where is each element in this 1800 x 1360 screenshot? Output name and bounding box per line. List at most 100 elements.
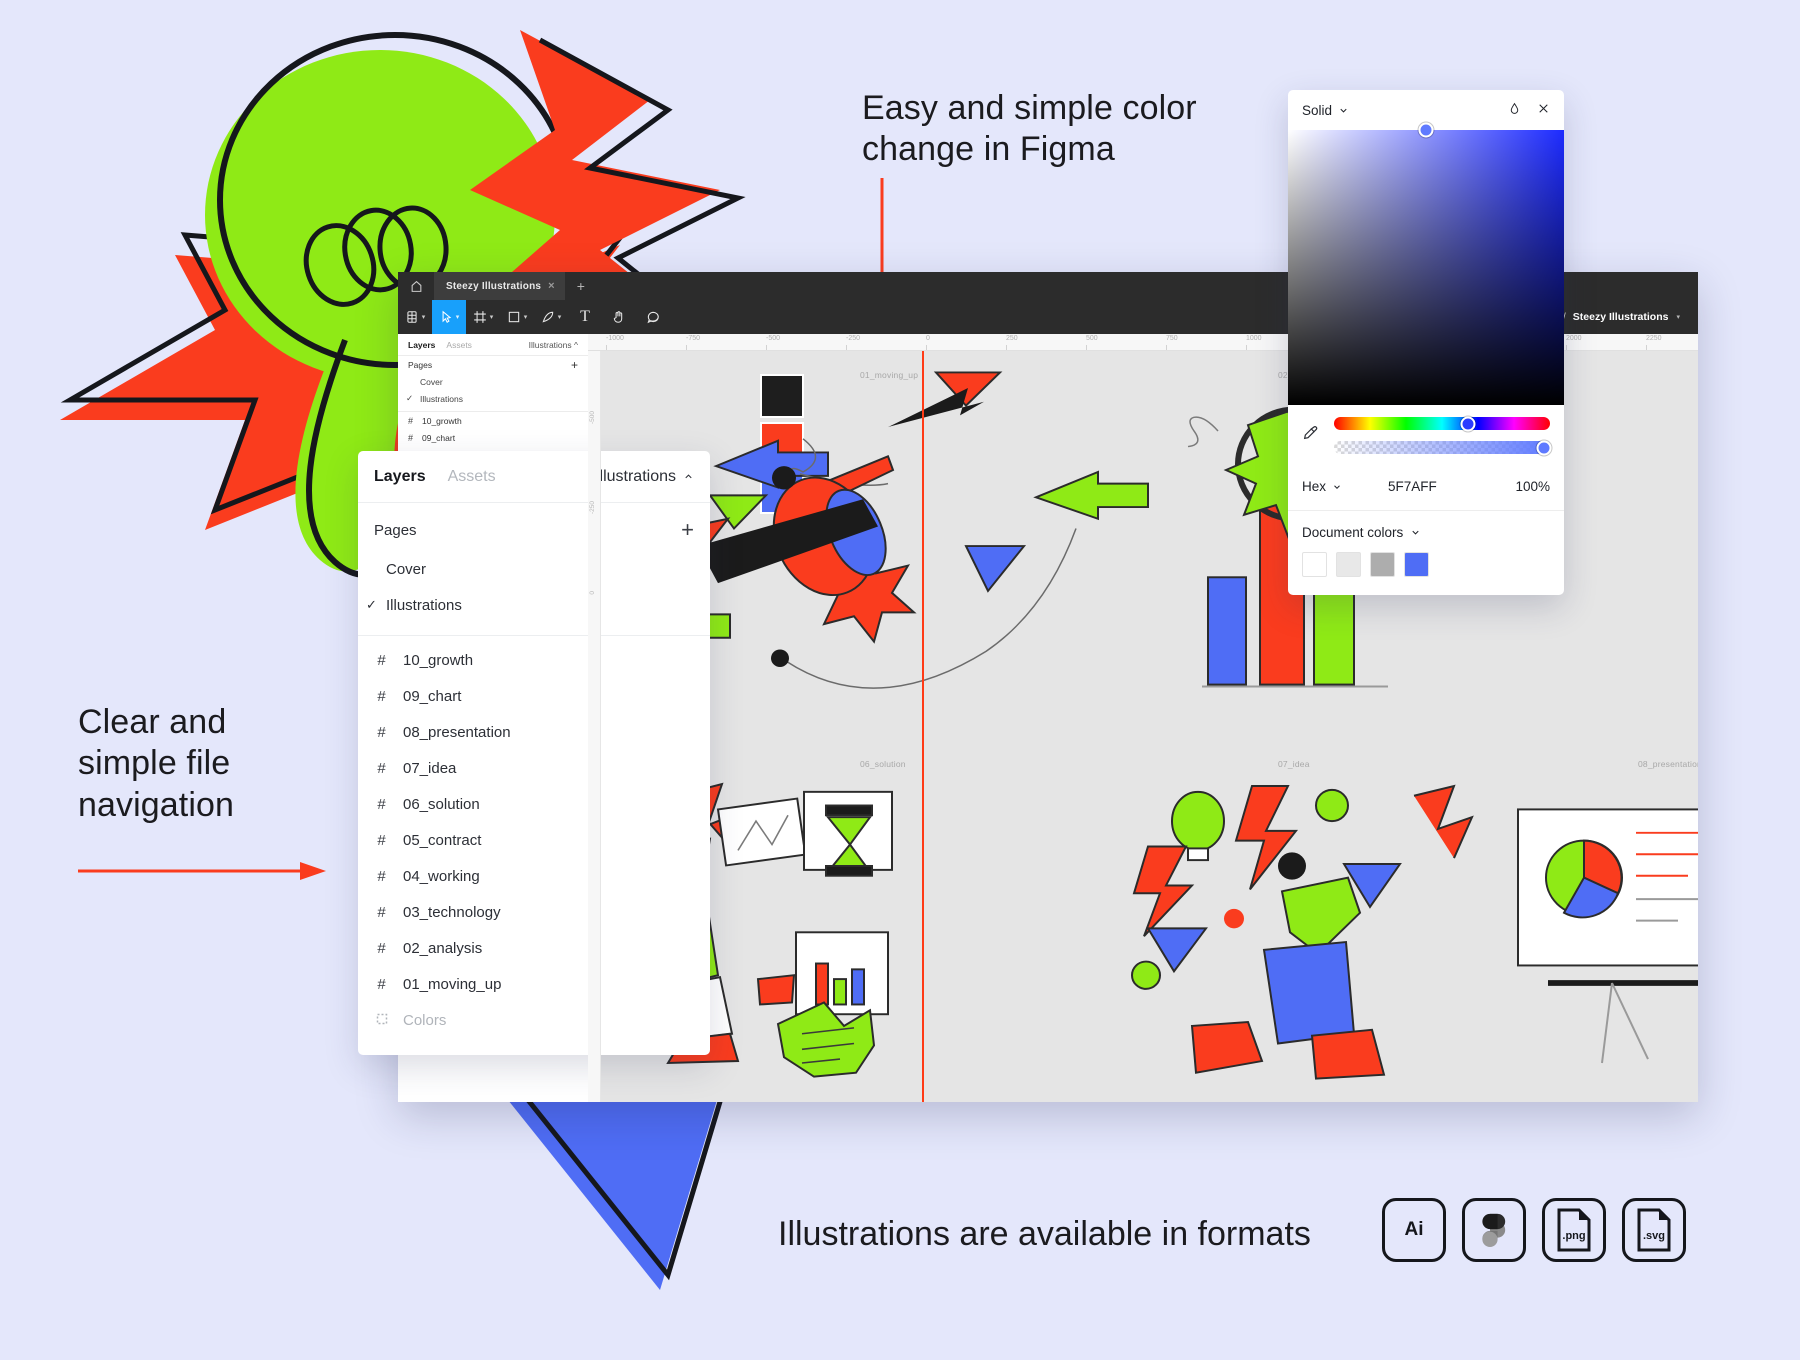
ruler-tick: 2000 — [1566, 335, 1582, 350]
bg-page-illustrations[interactable]: ✓ Illustrations — [398, 390, 588, 407]
check-icon: ✓ — [366, 597, 377, 612]
page-row-illustrations[interactable]: ✓ Illustrations — [358, 587, 710, 623]
new-tab-button[interactable]: + — [565, 272, 597, 300]
chevron-up-icon — [685, 474, 692, 479]
close-icon[interactable] — [1537, 102, 1550, 118]
bg-pages-header: Pages + — [408, 357, 578, 372]
svg-text:.svg: .svg — [1643, 1230, 1665, 1242]
svg-file-icon: .svg — [1637, 1208, 1671, 1252]
layers-panel: Layers Assets Illustrations Pages + Cove… — [358, 451, 710, 1055]
ruler-tick: -500 — [766, 335, 780, 350]
layer-item-09-chart[interactable]: # 09_chart — [358, 678, 710, 714]
doc-swatch-light-gray[interactable] — [1336, 552, 1361, 577]
chevron-down-icon[interactable]: ▾ — [1676, 313, 1680, 321]
hand-tool[interactable] — [602, 300, 636, 334]
eyedropper-icon[interactable] — [1302, 425, 1318, 446]
doc-swatch-gray[interactable] — [1370, 552, 1395, 577]
hex-value-input[interactable]: 5F7AFF — [1388, 479, 1515, 494]
layer-item-07-idea[interactable]: # 07_idea — [358, 750, 710, 786]
layer-item-02-analysis[interactable]: # 02_analysis — [358, 930, 710, 966]
chevron-down-icon[interactable] — [1338, 105, 1349, 116]
opacity-value-input[interactable]: 100% — [1515, 479, 1550, 494]
layer-label: 05_contract — [403, 831, 482, 849]
document-colors-section: Document colors — [1288, 511, 1564, 595]
hex-format-selector[interactable]: Hex — [1302, 479, 1388, 494]
layer-item-03-technology[interactable]: # 03_technology — [358, 894, 710, 930]
chevron-down-icon — [1412, 530, 1419, 535]
layer-label: 01_moving_up — [403, 975, 502, 993]
text-tool[interactable]: T — [568, 300, 602, 334]
page-selector-label: Illustrations — [595, 467, 676, 485]
ruler-tick: 750 — [1166, 335, 1178, 350]
pen-tool[interactable]: ▾ — [534, 300, 568, 334]
hash-icon: # — [408, 432, 414, 443]
ruler-tick: 2250 — [1646, 335, 1662, 350]
document-colors-header[interactable]: Document colors — [1302, 525, 1550, 540]
color-style-icon[interactable] — [1508, 102, 1521, 118]
bg-tab-layers[interactable]: Layers — [408, 340, 435, 350]
hash-icon: # — [377, 759, 386, 777]
layer-item-10-growth[interactable]: # 10_growth — [358, 642, 710, 678]
ruler-tick: -750 — [686, 335, 700, 350]
close-icon[interactable]: × — [548, 280, 555, 292]
comment-tool[interactable] — [636, 300, 670, 334]
layer-item-01-moving-up[interactable]: # 01_moving_up — [358, 966, 710, 1002]
tab-layers[interactable]: Layers — [374, 468, 426, 486]
file-tab-label: Steezy Illustrations — [446, 280, 542, 292]
layer-item-05-contract[interactable]: # 05_contract — [358, 822, 710, 858]
color-mode-label[interactable]: Solid — [1302, 103, 1332, 118]
bg-frame-09-chart[interactable]: # 09_chart — [398, 429, 588, 446]
heading-formats: Illustrations are available in formats — [778, 1215, 1311, 1253]
bg-page-selector[interactable]: Illustrations ^ — [529, 340, 578, 350]
layers-panel-tabs: Layers Assets Illustrations — [358, 451, 710, 503]
home-icon[interactable] — [398, 272, 434, 300]
hash-icon: # — [377, 723, 386, 741]
tab-assets[interactable]: Assets — [448, 468, 496, 486]
layer-label: 08_presentation — [403, 723, 511, 741]
bg-page-cover[interactable]: Cover — [398, 373, 588, 390]
badge-png[interactable]: .png — [1542, 1198, 1606, 1262]
badge-illustrator[interactable]: Ai — [1382, 1198, 1446, 1262]
badge-illustrator-label: Ai — [1404, 1219, 1424, 1240]
hue-knob[interactable] — [1460, 416, 1476, 431]
layer-item-06-solution[interactable]: # 06_solution — [358, 786, 710, 822]
badge-svg[interactable]: .svg — [1622, 1198, 1686, 1262]
page-row-label: Illustrations — [386, 596, 462, 614]
file-tab[interactable]: Steezy Illustrations × — [434, 272, 565, 300]
ruler-tick-vertical: -250 — [589, 501, 596, 515]
bg-tab-assets[interactable]: Assets — [446, 340, 472, 350]
heading-file-navigation: Clear and simple file navigation — [78, 703, 235, 824]
page-selector[interactable]: Illustrations — [595, 468, 694, 486]
layer-item-08-presentation[interactable]: # 08_presentation — [358, 714, 710, 750]
doc-swatch-white[interactable] — [1302, 552, 1327, 577]
ruler-tick: -1000 — [606, 335, 624, 350]
hash-icon: # — [377, 687, 386, 705]
bg-add-page-icon[interactable]: + — [571, 358, 578, 372]
shape-tool[interactable]: ▾ — [500, 300, 534, 334]
panel-divider — [358, 635, 710, 636]
doc-swatch-blue[interactable] — [1404, 552, 1429, 577]
layer-label: 06_solution — [403, 795, 480, 813]
breadcrumb-current[interactable]: Steezy Illustrations — [1573, 311, 1669, 323]
bg-frame-10-growth[interactable]: # 10_growth — [398, 412, 588, 429]
badge-figma[interactable] — [1462, 1198, 1526, 1262]
opacity-slider[interactable] — [1334, 440, 1552, 455]
hue-slider[interactable] — [1334, 416, 1550, 431]
layer-label: 10_growth — [403, 651, 474, 669]
layer-label: 04_working — [403, 867, 480, 885]
move-tool[interactable]: ▾ — [432, 300, 466, 334]
page-row-cover[interactable]: Cover — [358, 551, 710, 587]
hash-icon: # — [377, 795, 386, 813]
saturation-value-field[interactable] — [1288, 122, 1564, 405]
hash-icon: # — [377, 975, 386, 993]
vertical-ruler: -500 -250 0 — [588, 351, 601, 1102]
hash-icon: # — [377, 867, 386, 885]
frame-tool[interactable]: ▾ — [466, 300, 500, 334]
ruler-tick-vertical: -500 — [589, 411, 596, 425]
opacity-knob[interactable] — [1536, 440, 1552, 455]
sv-handle[interactable] — [1418, 122, 1434, 138]
add-page-icon[interactable]: + — [681, 519, 694, 541]
layer-item-04-working[interactable]: # 04_working — [358, 858, 710, 894]
figma-menu-tool[interactable]: ▾ — [398, 300, 432, 334]
layer-item-colors[interactable]: Colors — [358, 1002, 710, 1038]
